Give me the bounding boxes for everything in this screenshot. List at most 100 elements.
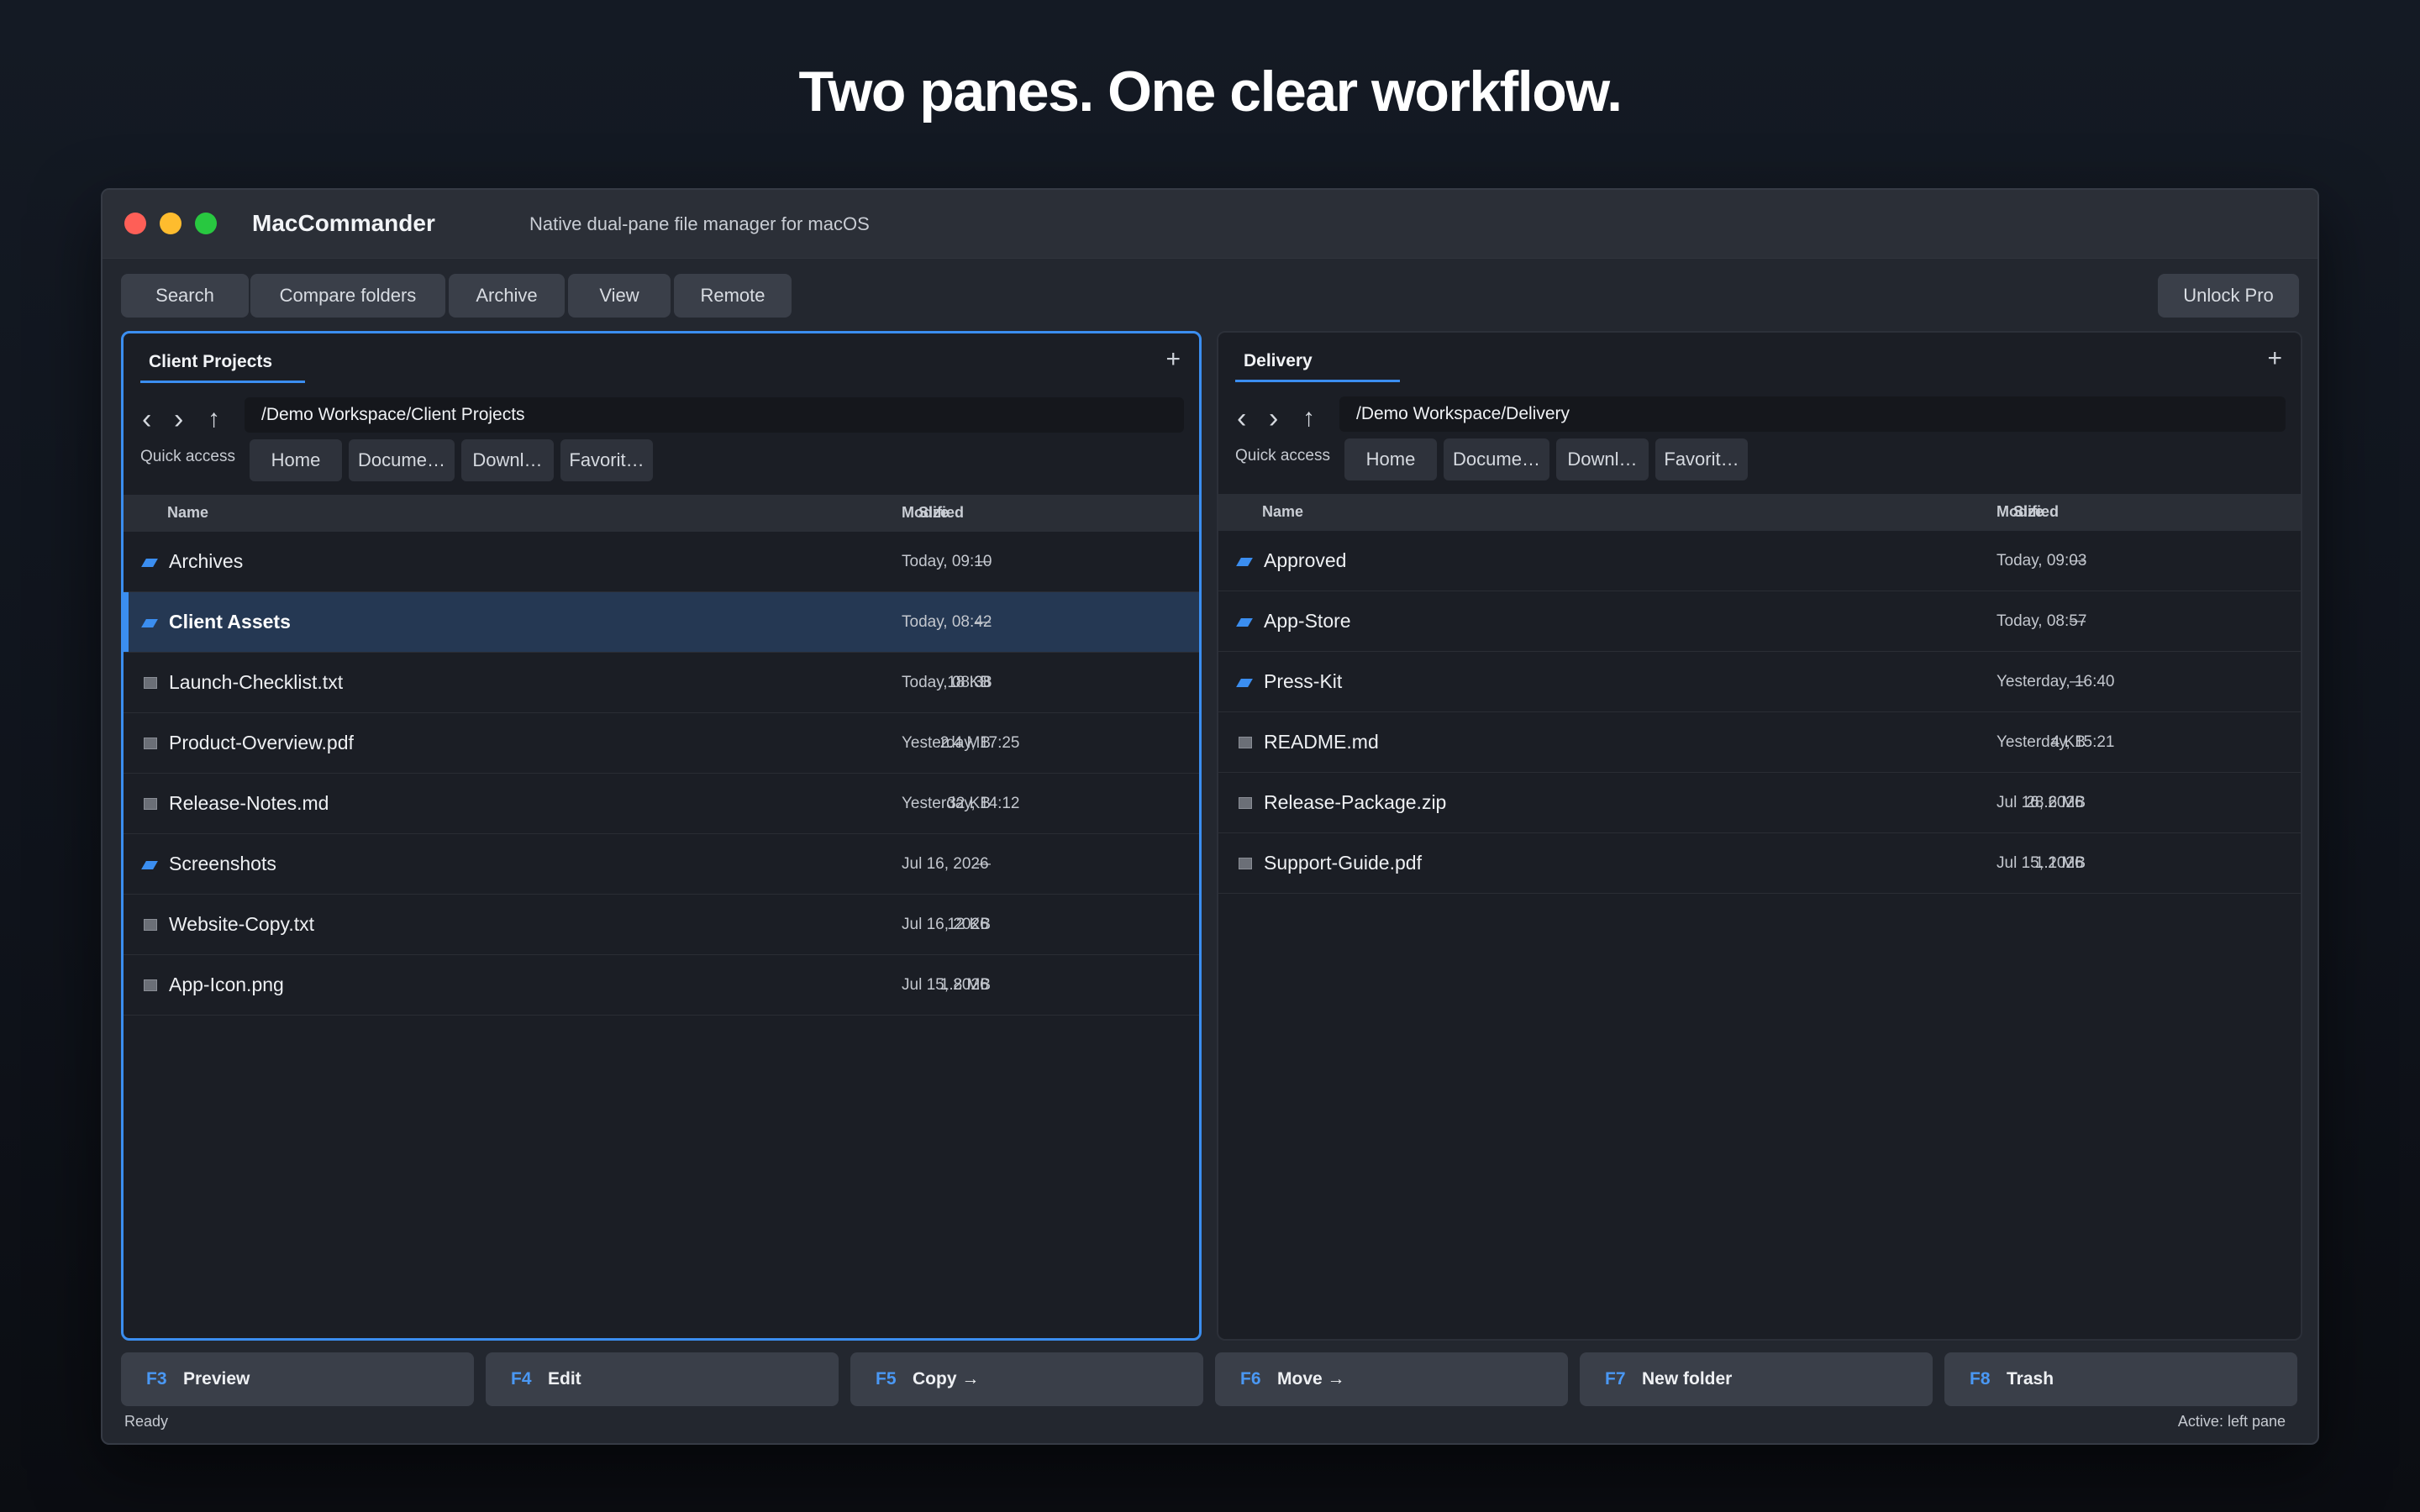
file-modified: Jul 16, 2026 <box>902 916 989 933</box>
file-modified: Yesterday, 17:25 <box>902 734 1020 752</box>
f6-action-label: Move → <box>1277 1369 1345 1389</box>
table-row[interactable]: Release-Notes.md 32 KB Yesterday, 14:12 <box>124 774 1199 834</box>
f8-key-label: F8 <box>1970 1369 1991 1389</box>
file-modified: Today, 09:03 <box>1996 552 2087 570</box>
quick-access-downloads[interactable]: Downl… <box>461 439 554 481</box>
quick-access-documents[interactable]: Docume… <box>1444 438 1549 480</box>
new-tab-icon[interactable]: + <box>2267 344 2282 373</box>
parent-folder-icon[interactable]: ↑ <box>1302 402 1315 435</box>
quick-access-favorites[interactable]: Favorit… <box>1655 438 1748 480</box>
file-modified: Jul 15, 2026 <box>902 976 989 994</box>
table-row[interactable]: Screenshots — Jul 16, 2026 <box>124 834 1199 895</box>
file-icon <box>144 738 157 749</box>
archive-button[interactable]: Archive <box>449 274 565 318</box>
column-modified-header[interactable]: Modified <box>1996 503 2059 521</box>
back-icon[interactable]: ‹ <box>1237 402 1246 435</box>
compare-folders-button[interactable]: Compare folders <box>250 274 445 318</box>
path-field[interactable]: /Demo Workspace/Delivery <box>1339 396 2286 432</box>
quick-access-home[interactable]: Home <box>1344 438 1437 480</box>
file-name: Website-Copy.txt <box>169 913 314 935</box>
file-list: Approved — Today, 09:03 App-Store — Today, 08… <box>1218 531 2301 894</box>
forward-icon[interactable]: › <box>1269 402 1278 435</box>
table-row[interactable]: Product-Overview.pdf 2.4 MB Yesterday, 17:… <box>124 713 1199 774</box>
file-icon <box>1239 737 1252 748</box>
table-row[interactable]: Archives — Today, 09:10 <box>124 532 1199 592</box>
active-tab-indicator <box>140 381 305 383</box>
quick-access-downloads[interactable]: Downl… <box>1556 438 1649 480</box>
file-modified: Yesterday, 15:21 <box>1996 733 2115 751</box>
f8-action-label: Trash <box>2007 1369 2054 1389</box>
file-name: Screenshots <box>169 853 276 874</box>
table-row[interactable]: Client Assets — Today, 08:42 <box>124 592 1199 653</box>
parent-folder-icon[interactable]: ↑ <box>208 402 220 436</box>
table-row[interactable]: Website-Copy.txt 12 KB Jul 16, 2026 <box>124 895 1199 955</box>
file-list: Archives — Today, 09:10 Client Assets — Today… <box>124 532 1199 1016</box>
f5-action-label: Copy → <box>913 1369 980 1389</box>
tab-client-projects[interactable]: Client Projects <box>149 352 272 372</box>
column-name-header[interactable]: Name <box>1262 503 1303 521</box>
f7-action-label: New folder <box>1642 1369 1733 1389</box>
status-text: Ready <box>124 1413 169 1430</box>
folder-icon <box>141 861 158 869</box>
unlock-pro-button[interactable]: Unlock Pro <box>2158 274 2299 318</box>
close-window-button[interactable] <box>124 213 146 234</box>
search-button[interactable]: Search <box>121 274 249 318</box>
f4-edit-button[interactable]: F4 Edit <box>486 1352 839 1406</box>
f7-new-folder-button[interactable]: F7 New folder <box>1580 1352 1933 1406</box>
remote-button[interactable]: Remote <box>674 274 792 318</box>
active-tab-indicator <box>1235 380 1400 382</box>
minimize-window-button[interactable] <box>160 213 182 234</box>
path-field[interactable]: /Demo Workspace/Client Projects <box>245 397 1184 433</box>
f3-key-label: F3 <box>146 1369 167 1389</box>
table-row[interactable]: App-Icon.png 1.8 MB Jul 15, 2026 <box>124 955 1199 1016</box>
app-subtitle: Native dual-pane file manager for macOS <box>529 213 870 234</box>
file-icon <box>1239 797 1252 809</box>
f4-key-label: F4 <box>511 1369 532 1389</box>
file-modified: Today, 09:10 <box>902 553 992 570</box>
folder-icon <box>141 559 158 567</box>
file-modified: Yesterday, 14:12 <box>902 795 1020 812</box>
table-row[interactable]: Approved — Today, 09:03 <box>1218 531 2301 591</box>
file-icon <box>144 677 157 689</box>
table-header: Name Size Modified <box>124 495 1199 532</box>
quick-access-favorites[interactable]: Favorit… <box>560 439 653 481</box>
file-modified: Today, 08:38 <box>902 674 992 691</box>
forward-icon[interactable]: › <box>174 402 183 436</box>
column-name-header[interactable]: Name <box>167 504 208 522</box>
f3-preview-button[interactable]: F3 Preview <box>121 1352 474 1406</box>
file-modified: Today, 08:57 <box>1996 612 2087 630</box>
file-name: Approved <box>1264 549 1347 571</box>
file-name: Support-Guide.pdf <box>1264 852 1422 874</box>
table-row[interactable]: Release-Package.zip 28.6 MB Jul 16, 2026 <box>1218 773 2301 833</box>
table-row[interactable]: Press-Kit — Yesterday, 16:40 <box>1218 652 2301 712</box>
f6-move-button[interactable]: F6 Move → <box>1215 1352 1568 1406</box>
f8-trash-button[interactable]: F8 Trash <box>1944 1352 2297 1406</box>
file-name: Product-Overview.pdf <box>169 732 354 753</box>
table-row[interactable]: Launch-Checklist.txt 18 KB Today, 08:38 <box>124 653 1199 713</box>
file-modified: Jul 15, 2026 <box>1996 854 2084 872</box>
quick-access-documents[interactable]: Docume… <box>349 439 455 481</box>
folder-icon <box>1236 618 1253 627</box>
table-row[interactable]: App-Store — Today, 08:57 <box>1218 591 2301 652</box>
table-header: Name Size Modified <box>1218 494 2301 531</box>
active-pane-indicator: Active: left pane <box>2177 1413 2286 1430</box>
right-pane[interactable]: Delivery + ‹ › ↑ /Demo Workspace/Deliver… <box>1217 331 2302 1341</box>
table-row[interactable]: README.md 4 KB Yesterday, 15:21 <box>1218 712 2301 773</box>
f5-key-label: F5 <box>876 1369 897 1389</box>
file-icon <box>1239 858 1252 869</box>
file-icon <box>144 979 157 991</box>
left-pane[interactable]: Client Projects + ‹ › ↑ /Demo Workspace/… <box>121 331 1202 1341</box>
back-icon[interactable]: ‹ <box>142 402 151 436</box>
f5-copy-button[interactable]: F5 Copy → <box>850 1352 1203 1406</box>
f3-action-label: Preview <box>183 1369 250 1389</box>
column-modified-header[interactable]: Modified <box>902 504 964 522</box>
table-row[interactable]: Support-Guide.pdf 1.1 MB Jul 15, 2026 <box>1218 833 2301 894</box>
zoom-window-button[interactable] <box>195 213 217 234</box>
quick-access-home[interactable]: Home <box>250 439 342 481</box>
new-tab-icon[interactable]: + <box>1165 345 1181 374</box>
view-button[interactable]: View <box>568 274 671 318</box>
tab-delivery[interactable]: Delivery <box>1244 351 1313 371</box>
file-name: README.md <box>1264 731 1379 753</box>
app-title: MacCommander <box>252 210 435 236</box>
marketing-headline: Two panes. One clear workflow. <box>798 60 1623 123</box>
